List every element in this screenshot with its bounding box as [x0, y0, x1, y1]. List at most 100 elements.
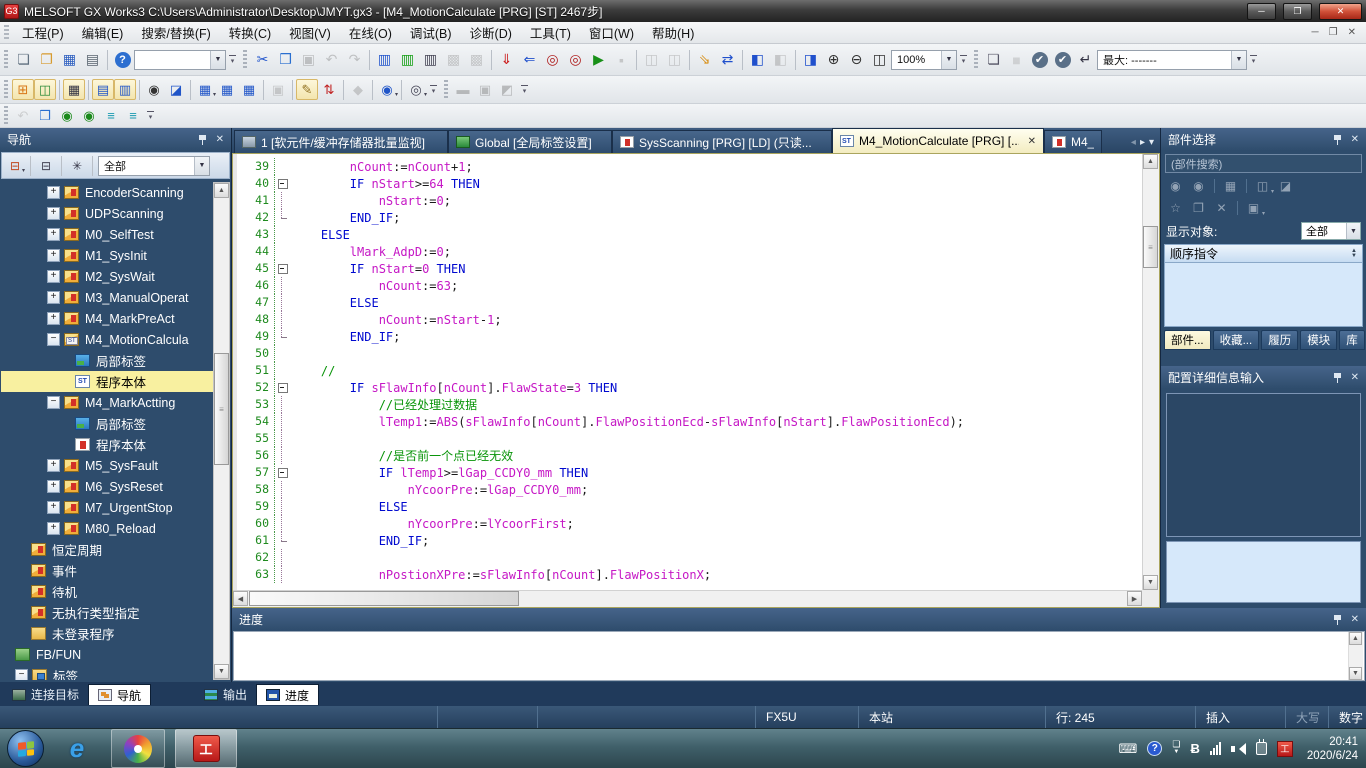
module-config-icon[interactable]: ▦	[63, 79, 85, 100]
grid-view-icon[interactable]: ▥	[114, 79, 136, 100]
toolbar-overflow-icon[interactable]: ▾	[518, 80, 531, 100]
close-tab-icon[interactable]: ✕	[1028, 136, 1036, 147]
spinner-icons[interactable]: ▲▼	[1351, 249, 1357, 259]
tree-item-M4_MarkActting[interactable]: −M4_MarkActting	[1, 392, 213, 413]
return-icon[interactable]: ↵	[1074, 48, 1097, 71]
tree-item-恒定周期[interactable]: 恒定周期	[1, 539, 213, 560]
expand-icon[interactable]: +	[47, 480, 60, 493]
menu-item[interactable]: 搜索/替换(F)	[132, 23, 219, 42]
instruction-list-header[interactable]: 顺序指令 ▲▼	[1164, 244, 1363, 263]
zoom-combo[interactable]: 100%▼	[891, 50, 957, 70]
network-signal-icon[interactable]	[1210, 742, 1221, 755]
scroll-thumb[interactable]	[249, 591, 519, 606]
instruction-list[interactable]	[1164, 263, 1363, 327]
gx-tray-icon[interactable]: 工	[1277, 741, 1293, 757]
tree-item-M1_SysInit[interactable]: +M1_SysInit	[1, 245, 213, 266]
close-icon[interactable]: ✕	[1351, 134, 1359, 145]
tree-item-标签[interactable]: −标签	[1, 665, 213, 680]
write-to-plc-icon[interactable]: ⇓	[495, 48, 518, 71]
scroll-down-icon[interactable]: ▼	[214, 664, 229, 679]
toolbar-grip[interactable]	[4, 106, 8, 126]
io-check-icon[interactable]: ⇅	[318, 79, 340, 100]
remote-operation-icon[interactable]: ◎	[564, 48, 587, 71]
toolbar-grip[interactable]	[4, 80, 8, 100]
scroll-down-icon[interactable]: ▼	[1143, 575, 1158, 590]
help-icon[interactable]: ?	[111, 48, 134, 71]
doc-tab-1-[软元件/缓冲存储器批量监视][interactable]: 1 [软元件/缓冲存储器批量监视]	[234, 130, 448, 153]
child-window-control[interactable]: ✕	[1348, 27, 1356, 38]
dock-tab-连接目标[interactable]: 连接目标	[3, 684, 88, 705]
zoom-out-icon[interactable]: ⊖	[845, 48, 868, 71]
tree-item-EncoderScanning[interactable]: +EncoderScanning	[1, 182, 213, 203]
pane-split-icon[interactable]: ◫	[868, 48, 891, 71]
tree-item-局部标签[interactable]: 局部标签	[1, 413, 213, 434]
menu-item[interactable]: 帮助(H)	[643, 23, 703, 42]
scroll-thumb[interactable]: ≡	[1143, 226, 1158, 268]
dock-tab-输出[interactable]: 输出	[195, 684, 256, 705]
expand-icon[interactable]: +	[47, 459, 60, 472]
dev-eye-icon[interactable]: ◉▾	[376, 79, 398, 100]
tree-item-待机[interactable]: 待机	[1, 581, 213, 602]
collapse-icon[interactable]: −	[15, 669, 28, 680]
toolbar-grip[interactable]	[444, 80, 448, 100]
scroll-right-icon[interactable]: ▶	[1127, 591, 1142, 606]
show-hidden-icons[interactable]: ❏▼	[1172, 741, 1180, 756]
dev-display1-icon[interactable]: ▦▾	[194, 79, 216, 100]
doc-tab-Global-[全局标签设置][interactable]: Global [全局标签设置]	[448, 130, 612, 153]
edit-mode-icon[interactable]: ✎	[296, 79, 318, 100]
zoom-in-icon[interactable]: ⊕	[822, 48, 845, 71]
insert-line-icon[interactable]: ≡	[100, 105, 122, 126]
toolbar-grip[interactable]	[974, 50, 978, 70]
watch1-icon[interactable]: ◧	[746, 48, 769, 71]
tree-item-M7_UrgentStop[interactable]: +M7_UrgentStop	[1, 497, 213, 518]
print-icon[interactable]: ▤	[81, 48, 104, 71]
menu-item[interactable]: 调试(B)	[401, 23, 461, 42]
toolbar-overflow-icon[interactable]: ▾	[144, 106, 157, 126]
transfer-setup-icon[interactable]: ⇄	[716, 48, 739, 71]
expand-icon[interactable]: +	[47, 501, 60, 514]
editor-vscrollbar[interactable]: ▲ ≡ ▼	[1142, 154, 1159, 590]
chevron-down-icon[interactable]: ▼	[1346, 223, 1360, 239]
menu-item[interactable]: 在线(O)	[340, 23, 401, 42]
partsel-tab-模块[interactable]: 模块	[1300, 330, 1337, 350]
fold-collapse-icon[interactable]	[275, 175, 292, 192]
scroll-left-icon[interactable]: ◀	[233, 591, 248, 606]
editor-hscrollbar[interactable]: ◀ ▶	[233, 590, 1142, 607]
collapse-icon[interactable]: −	[47, 333, 60, 346]
keyboard-icon[interactable]: ⌨	[1119, 741, 1138, 757]
tree-item-程序本体[interactable]: 程序本体	[1, 434, 213, 455]
menu-item[interactable]: 诊断(D)	[461, 23, 521, 42]
scroll-up-icon[interactable]: ▲	[1143, 154, 1158, 169]
close-icon[interactable]: ✕	[1351, 614, 1359, 625]
cut-icon[interactable]: ✂	[251, 48, 274, 71]
pin-icon[interactable]	[1332, 134, 1343, 146]
tab-list-icon[interactable]: ▾	[1149, 137, 1154, 148]
new-file-icon[interactable]: ❏	[12, 48, 35, 71]
start-button[interactable]	[7, 730, 44, 767]
partsel-tab-履历[interactable]: 履历	[1261, 330, 1298, 350]
tree-item-M4_MotionCalcula[interactable]: −M4_MotionCalcula	[1, 329, 213, 350]
child-window-control[interactable]: ❐	[1329, 27, 1338, 38]
tree-item-M6_SysReset[interactable]: +M6_SysReset	[1, 476, 213, 497]
menu-item[interactable]: 窗口(W)	[580, 23, 643, 42]
convert-check-icon[interactable]: ✔	[1028, 48, 1051, 71]
partsel-tab-收藏...[interactable]: 收藏...	[1213, 330, 1260, 350]
delete-line-icon[interactable]: ≡	[122, 105, 144, 126]
expand-icon[interactable]: +	[47, 249, 60, 262]
expand-icon[interactable]: +	[47, 228, 60, 241]
tree-item-M3_ManualOperat[interactable]: +M3_ManualOperat	[1, 287, 213, 308]
dock-tab-进度[interactable]: 进度	[256, 684, 319, 705]
scroll-up-icon[interactable]: ▲	[214, 183, 229, 198]
navigation-window-icon[interactable]: ⊞	[12, 79, 34, 100]
max-display-combo[interactable]: 最大: -------▼	[1097, 50, 1247, 70]
config-detail-input[interactable]	[1166, 541, 1361, 603]
nav-filter-combo[interactable]: 全部▼	[98, 156, 210, 176]
collapse-icon[interactable]: −	[47, 396, 60, 409]
display-target-combo[interactable]: 全部 ▼	[1301, 222, 1361, 240]
watch-register-icon[interactable]: ◨	[799, 48, 822, 71]
menu-item[interactable]: 工程(P)	[13, 23, 73, 42]
taskbar-ie-icon[interactable]: e	[53, 729, 101, 768]
fold-collapse-icon[interactable]	[275, 260, 292, 277]
tree-collapse-icon[interactable]: ⊟	[36, 156, 56, 176]
find-icon[interactable]: ◉	[143, 79, 165, 100]
